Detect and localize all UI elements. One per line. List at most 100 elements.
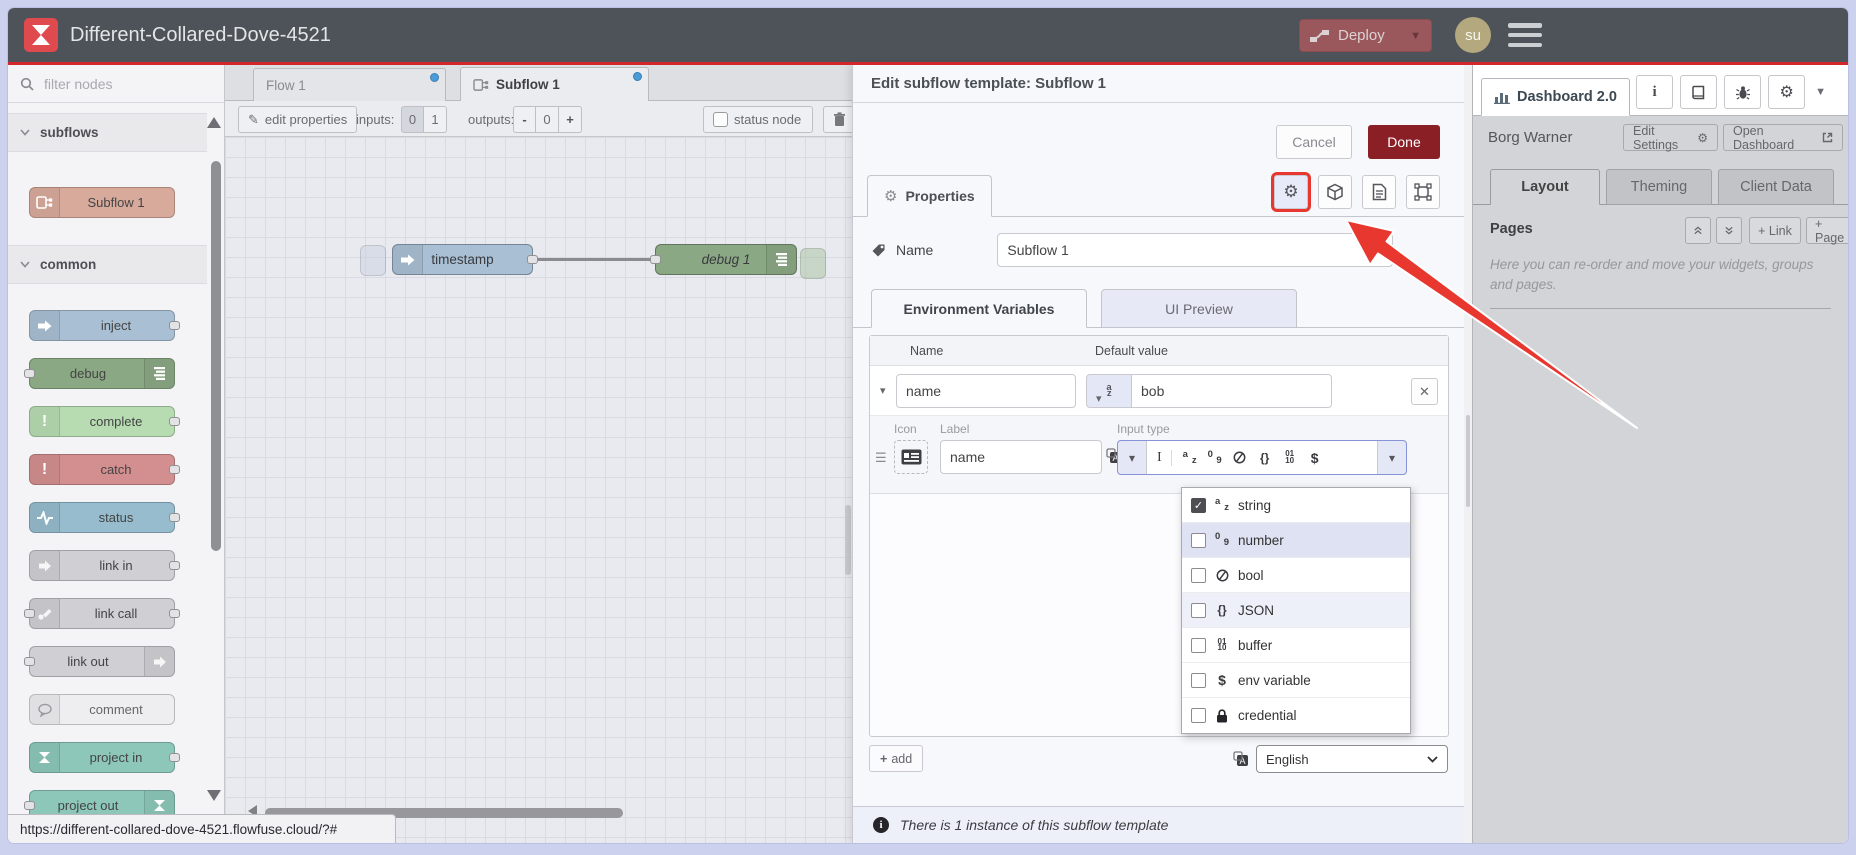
palette-node-link-in[interactable]: link in: [29, 550, 180, 581]
sidebar-scrollbar[interactable]: [1466, 415, 1470, 507]
delete-subflow-button[interactable]: [823, 106, 852, 133]
flow-canvas[interactable]: timestamp debug 1: [225, 137, 852, 843]
palette-node-subflow[interactable]: Subflow 1: [29, 187, 175, 218]
node-port[interactable]: [169, 465, 180, 474]
language-select[interactable]: English: [1256, 745, 1448, 773]
palette-node-status[interactable]: status: [29, 502, 180, 533]
palette-node-project-in[interactable]: project in: [29, 742, 180, 773]
chevron-down-icon[interactable]: ▾: [1118, 441, 1146, 474]
collapse-all-button[interactable]: [1685, 217, 1711, 244]
palette-node-inject[interactable]: inject: [29, 310, 180, 341]
tab-flow-1[interactable]: Flow 1: [253, 68, 446, 101]
inputs-option-0[interactable]: 0: [401, 106, 424, 133]
palette-node-catch[interactable]: ! catch: [29, 454, 180, 485]
node-port[interactable]: [169, 561, 180, 570]
palette-node-debug[interactable]: debug: [24, 358, 175, 389]
open-dashboard-button[interactable]: Open Dashboard: [1723, 124, 1843, 152]
edit-properties-pane-button[interactable]: ⚙: [1274, 175, 1308, 209]
deploy-button[interactable]: Deploy ▼: [1299, 19, 1432, 52]
input-type-field[interactable]: ▾ I az 09 {} 01 10 $ ▾: [1117, 440, 1407, 475]
palette-scroll-down-icon[interactable]: [207, 790, 221, 801]
menu-item-env-variable[interactable]: $ env variable: [1182, 663, 1410, 698]
canvas-node-debug-1[interactable]: debug 1: [650, 244, 797, 275]
user-avatar[interactable]: su: [1455, 17, 1491, 53]
menu-item-number[interactable]: 09 number: [1182, 523, 1410, 558]
node-port[interactable]: [24, 657, 35, 666]
add-env-variable-button[interactable]: + add: [869, 745, 924, 772]
palette-filter-input[interactable]: [42, 74, 182, 93]
cancel-button[interactable]: Cancel: [1276, 125, 1352, 159]
expand-all-button[interactable]: [1716, 217, 1742, 244]
row-expand-icon[interactable]: ▾: [880, 384, 886, 397]
done-button[interactable]: Done: [1368, 125, 1440, 159]
node-port[interactable]: [169, 513, 180, 522]
palette-scrollbar[interactable]: [211, 161, 221, 551]
checkbox-icon[interactable]: [1191, 532, 1206, 548]
palette-filter[interactable]: [8, 65, 224, 103]
tab-theming[interactable]: Theming: [1606, 169, 1712, 205]
tab-subflow-1[interactable]: Subflow 1: [460, 67, 649, 101]
palette-node-link-call[interactable]: link call: [24, 598, 180, 629]
edit-properties-button[interactable]: ✎ edit properties: [238, 106, 358, 133]
chevron-down-icon[interactable]: ▾: [1378, 441, 1406, 474]
tab-layout[interactable]: Layout: [1490, 169, 1600, 205]
deploy-caret-icon[interactable]: ▼: [1410, 30, 1421, 42]
env-name-input[interactable]: [896, 374, 1076, 408]
checkbox-icon[interactable]: [1191, 637, 1206, 653]
add-page-button[interactable]: + Page: [1806, 217, 1848, 245]
appearance-button[interactable]: [1406, 175, 1440, 209]
checkbox-icon[interactable]: [1191, 567, 1206, 583]
tab-dashboard-2[interactable]: Dashboard 2.0: [1481, 78, 1630, 116]
subflow-input-stub[interactable]: [360, 245, 386, 276]
env-label-input[interactable]: [940, 440, 1102, 474]
node-port[interactable]: [169, 609, 180, 618]
menu-item-json[interactable]: {} JSON: [1182, 593, 1410, 628]
palette-scroll-up-icon[interactable]: [207, 117, 221, 128]
menu-item-credential[interactable]: credential: [1182, 698, 1410, 733]
help-tab-button[interactable]: [1680, 75, 1718, 109]
drag-handle-icon[interactable]: ☰: [875, 450, 887, 466]
checkbox-checked-icon[interactable]: ✓: [1191, 497, 1206, 513]
status-node-checkbox[interactable]: [713, 112, 728, 127]
wire[interactable]: [533, 258, 657, 261]
inputs-toggle[interactable]: 0 1: [401, 106, 447, 133]
node-port[interactable]: [650, 255, 661, 264]
subflow-name-input[interactable]: [997, 233, 1394, 267]
status-node-toggle[interactable]: status node: [703, 106, 813, 133]
remove-row-button[interactable]: ✕: [1411, 378, 1438, 405]
node-port[interactable]: [24, 369, 35, 378]
node-port[interactable]: [169, 753, 180, 762]
inputs-option-1[interactable]: 1: [424, 106, 447, 133]
menu-item-buffer[interactable]: 01 10 buffer: [1182, 628, 1410, 663]
subflow-output-stub[interactable]: [800, 248, 826, 279]
tab-properties[interactable]: ⚙ Properties: [867, 175, 992, 217]
palette-category-subflows[interactable]: subflows: [8, 113, 207, 152]
palette-category-common[interactable]: common: [8, 245, 207, 284]
outputs-stepper[interactable]: - 0 +: [513, 106, 582, 133]
tab-environment-variables[interactable]: Environment Variables: [871, 289, 1087, 328]
info-tab-button[interactable]: i: [1636, 75, 1674, 109]
tab-ui-preview[interactable]: UI Preview: [1101, 289, 1297, 328]
edit-settings-button[interactable]: Edit Settings ⚙: [1623, 124, 1718, 152]
outputs-increment-button[interactable]: +: [559, 106, 582, 133]
icon-picker[interactable]: [894, 440, 928, 474]
palette-node-complete[interactable]: ! complete: [29, 406, 180, 437]
add-link-button[interactable]: + Link: [1749, 217, 1801, 244]
panel-divider[interactable]: [1464, 65, 1472, 843]
palette-node-link-out[interactable]: link out: [24, 646, 175, 677]
canvas-node-timestamp[interactable]: timestamp: [392, 244, 538, 275]
env-value-input[interactable]: [1132, 374, 1332, 408]
menu-item-bool[interactable]: bool: [1182, 558, 1410, 593]
config-nodes-button[interactable]: ⚙: [1768, 75, 1806, 109]
node-port[interactable]: [169, 321, 180, 330]
canvas-vertical-scrollbar[interactable]: [845, 505, 851, 575]
checkbox-icon[interactable]: [1191, 672, 1206, 688]
main-menu-icon[interactable]: [1508, 23, 1542, 47]
checkbox-icon[interactable]: [1191, 708, 1206, 723]
node-port[interactable]: [527, 255, 538, 264]
debug-tab-button[interactable]: [1724, 75, 1762, 109]
outputs-decrement-button[interactable]: -: [513, 106, 536, 133]
node-port[interactable]: [24, 609, 35, 618]
node-port[interactable]: [169, 417, 180, 426]
description-button[interactable]: [1362, 175, 1396, 209]
